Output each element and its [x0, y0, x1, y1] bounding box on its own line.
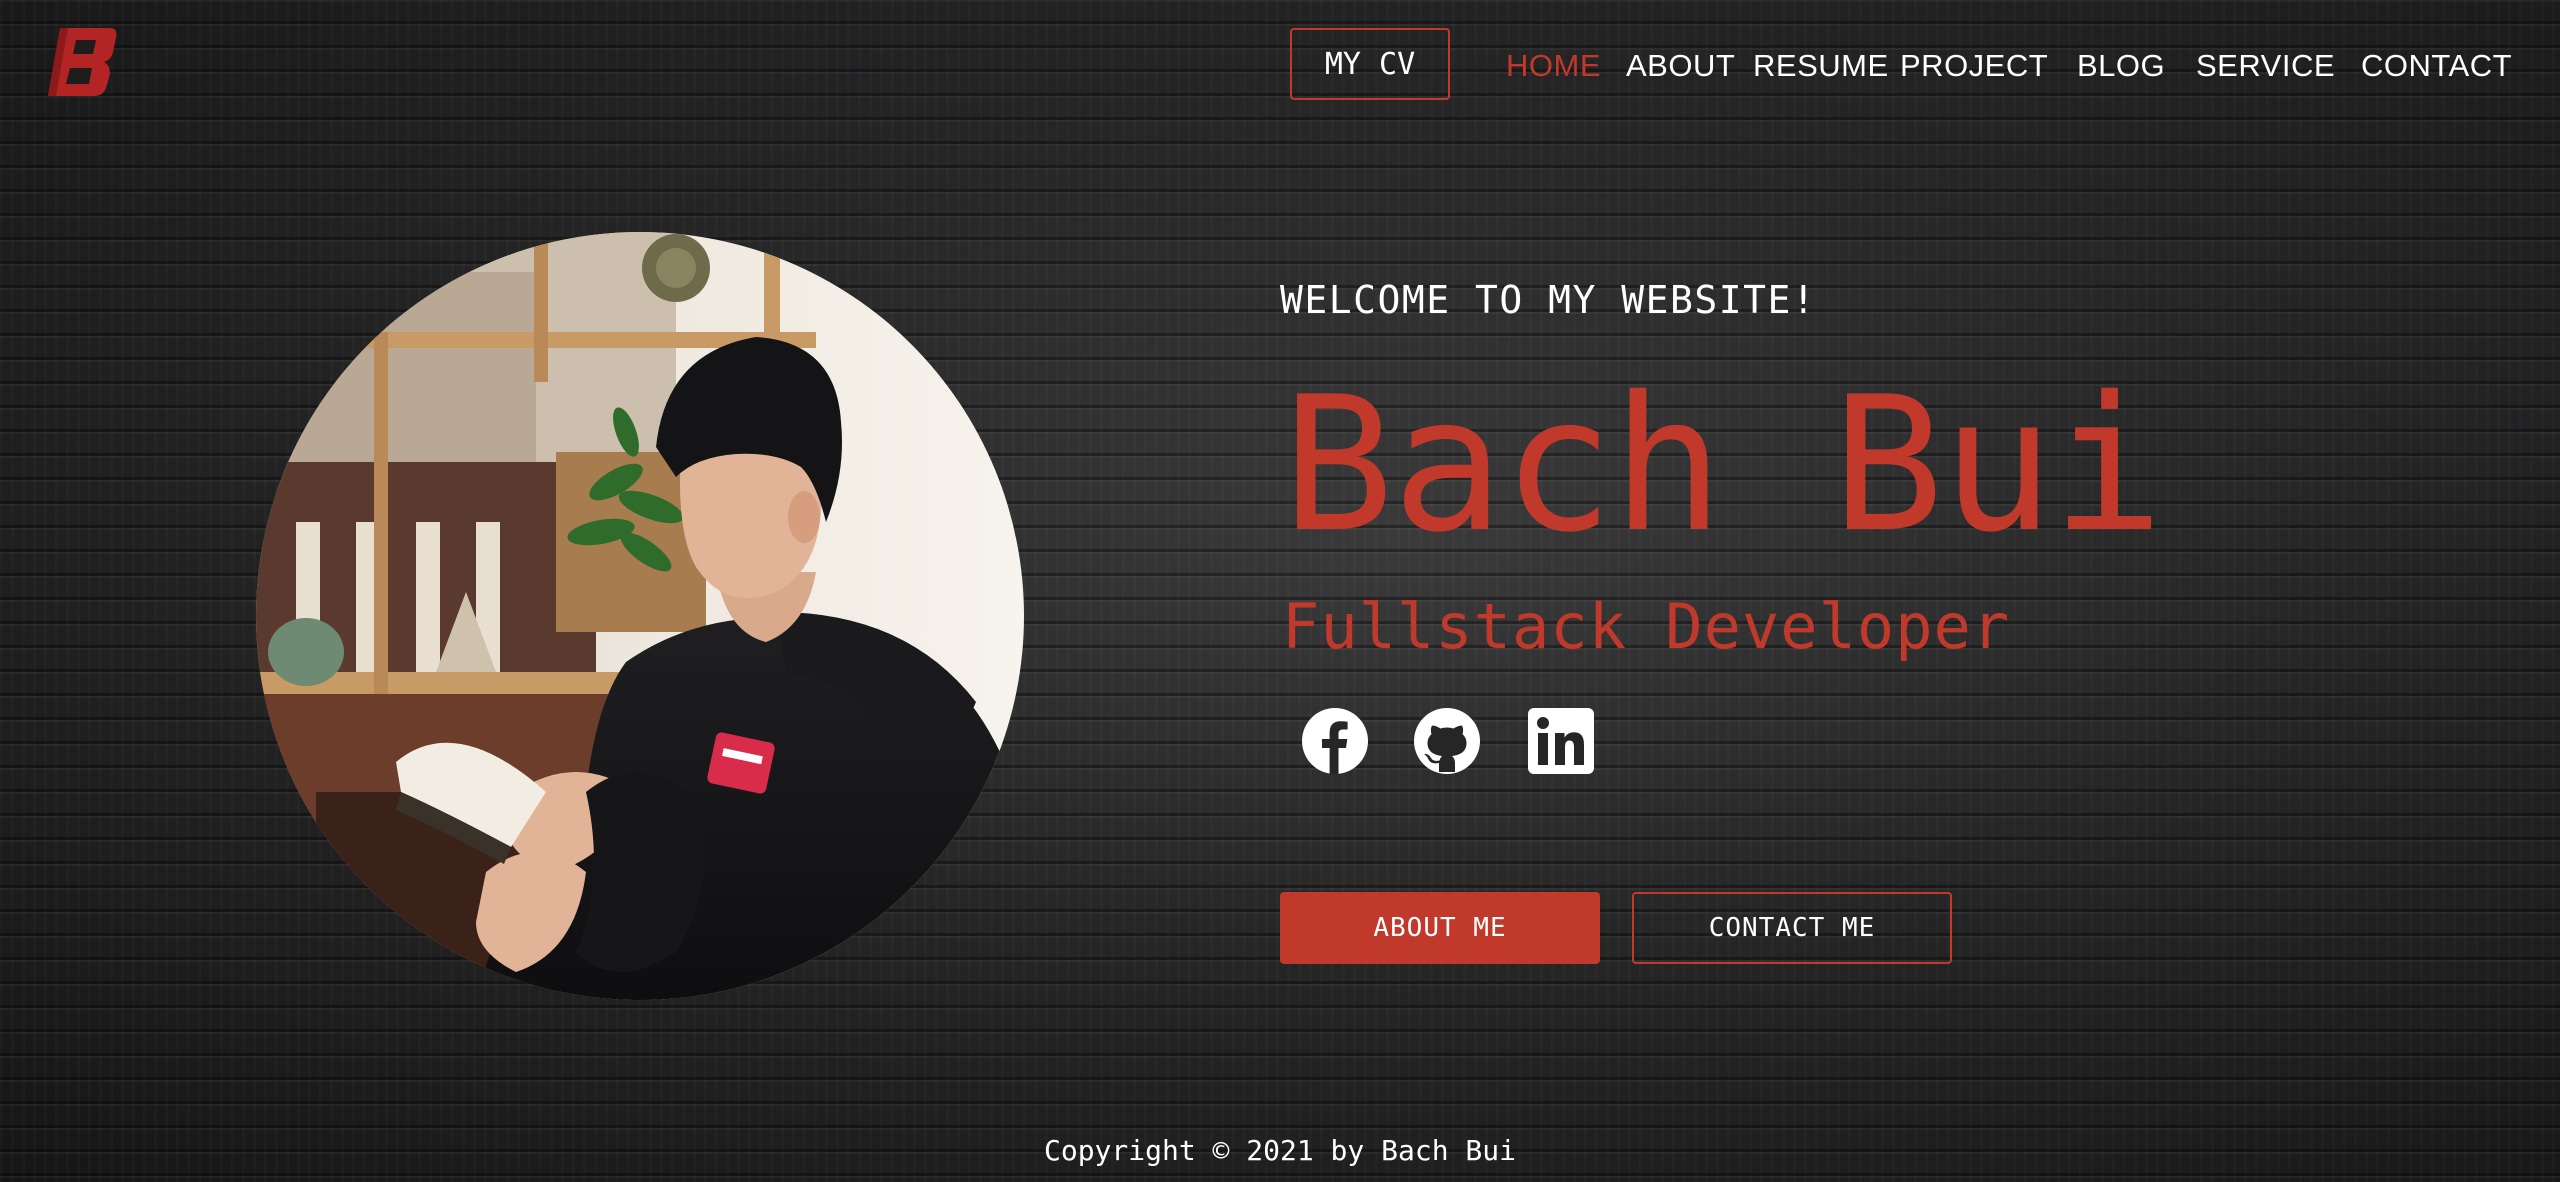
nav-item-blog[interactable]: BLOG: [2077, 44, 2165, 88]
my-cv-button[interactable]: MY CV: [1290, 28, 1450, 100]
nav-item-about[interactable]: ABOUT: [1626, 44, 1735, 88]
nav-item-contact[interactable]: CONTACT: [2361, 44, 2512, 88]
nav-item-project[interactable]: PROJECT: [1900, 44, 2048, 88]
nav-item-home[interactable]: HOME: [1506, 44, 1601, 88]
contact-me-button[interactable]: CONTACT ME: [1632, 892, 1952, 964]
github-icon[interactable]: [1412, 706, 1482, 776]
footer-copyright: Copyright © 2021 by Bach Bui: [1043, 1134, 1516, 1167]
nav-item-resume[interactable]: RESUME: [1753, 44, 1889, 88]
site-logo[interactable]: [46, 26, 120, 98]
linkedin-icon[interactable]: [1526, 706, 1596, 776]
profile-photo-image: [256, 232, 1024, 1000]
brand-b-logo-icon: [48, 28, 117, 96]
welcome-heading: WELCOME TO MY WEBSITE!: [1280, 278, 1817, 322]
nav-item-service[interactable]: SERVICE: [2196, 44, 2335, 88]
about-me-button[interactable]: ABOUT ME: [1280, 892, 1600, 964]
profile-photo: [256, 232, 1024, 1000]
hero-name: Bach Bui: [1282, 356, 2164, 573]
facebook-icon[interactable]: [1300, 706, 1370, 776]
hero-role: Fullstack Developer: [1282, 590, 2011, 663]
